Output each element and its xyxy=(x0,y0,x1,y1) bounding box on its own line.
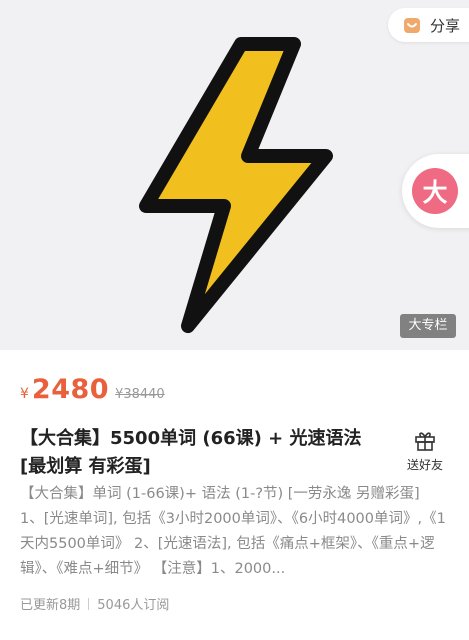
meta-divider xyxy=(88,597,90,610)
share-label: 分享 xyxy=(430,16,461,35)
description-fade xyxy=(388,557,448,582)
gift-icon xyxy=(415,432,435,451)
price-row: ¥ 2480 ¥38440 xyxy=(20,374,165,406)
brand-logo: 大 xyxy=(412,168,458,214)
current-price: 2480 xyxy=(31,374,110,405)
course-title: 【大合集】5500单词 (66课) + 光速语法 [最划算 有彩蛋] xyxy=(20,428,362,477)
original-price: ¥38440 xyxy=(115,387,165,402)
column-tag: 大专栏 xyxy=(400,314,456,338)
lightning-bolt-icon xyxy=(139,37,333,333)
gift-label: 送好友 xyxy=(406,458,443,472)
gift-to-friend-button[interactable]: 送好友 xyxy=(402,428,448,473)
description-text: 【大合集】单词 (1-66课)+ 语法 (1-?节) [一劳永逸 另赠彩蛋] 1… xyxy=(20,486,446,577)
currency-symbol: ¥ xyxy=(20,386,29,402)
course-meta: 已更新8期 5046人订阅 xyxy=(20,594,169,613)
update-count: 已更新8期 xyxy=(20,598,81,613)
share-button[interactable]: 分享 xyxy=(388,8,469,42)
course-description: 【大合集】单词 (1-66课)+ 语法 (1-?节) [一劳永逸 另赠彩蛋] 1… xyxy=(20,482,448,582)
brand-bubble[interactable]: 大 xyxy=(402,154,469,228)
share-bag-icon xyxy=(404,18,420,33)
subscriber-count: 5046人订阅 xyxy=(97,598,170,613)
course-cover xyxy=(0,0,469,350)
